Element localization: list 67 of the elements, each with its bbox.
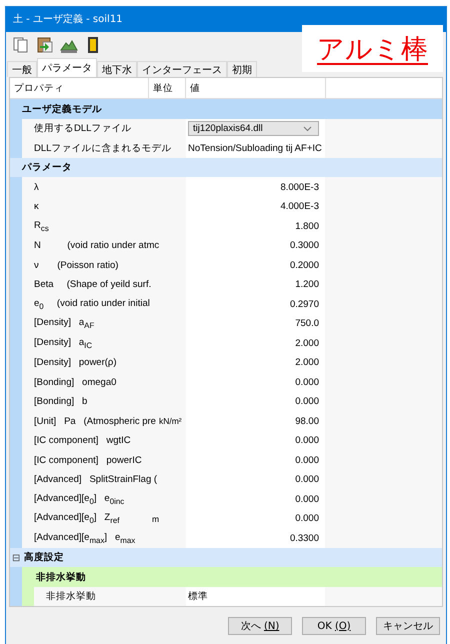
property-label: Beta (Shape of yeild surf.: [34, 279, 152, 290]
property-label: 使用するDLLファイル: [34, 122, 132, 136]
property-value[interactable]: 0.2970: [290, 298, 319, 310]
dialog-button[interactable]: OK (O): [302, 617, 366, 636]
property-value[interactable]: 98.00: [295, 416, 319, 427]
property-value[interactable]: 750.0: [295, 318, 319, 330]
chevron-down-icon: [303, 126, 312, 132]
collapse-toggle[interactable]: ⊟: [12, 552, 22, 564]
property-label: [Bonding] b: [34, 396, 88, 408]
documents-icon[interactable]: [12, 36, 30, 54]
property-label: ν (Poisson ratio): [34, 260, 120, 271]
tab[interactable]: インターフェース: [137, 61, 227, 78]
property-label: R$_{cs}$: [34, 220, 50, 233]
property-label: [Density] power(ρ): [34, 357, 118, 368]
subgroup-margin: [22, 586, 34, 606]
tab[interactable]: 地下水: [97, 61, 137, 78]
dll-dropdown[interactable]: tij120plaxis64.dll: [188, 121, 319, 136]
property-label: N (void ratio under atmc: [34, 240, 160, 252]
property-label: κ: [34, 201, 40, 212]
property-value[interactable]: 0.3300: [290, 532, 319, 544]
unit-label: kN/m²: [158, 416, 182, 426]
property-value[interactable]: 0.000: [295, 454, 319, 466]
property-label: e$_{0}$ (void ratio under initial: [34, 298, 150, 311]
tab[interactable]: 初期: [227, 61, 257, 78]
property-value[interactable]: 0.000: [295, 435, 319, 446]
dialog-button[interactable]: 次へ (N): [228, 617, 292, 636]
property-value[interactable]: 0.000: [295, 494, 319, 505]
property-value[interactable]: 2.000: [295, 357, 319, 368]
column-header: 単位: [149, 78, 186, 98]
property-value[interactable]: 8.000E-3: [280, 182, 319, 193]
property-label: [IC component] wgtIC: [34, 435, 132, 446]
property-label: 非排水挙動: [46, 590, 97, 604]
column-header: プロパティ: [10, 78, 149, 98]
property-value[interactable]: 4.000E-3: [280, 201, 319, 212]
property-label: [Advanced][e$_{max}$] e$_{max}$: [34, 532, 136, 545]
tab[interactable]: 一般: [7, 61, 37, 78]
property-label: λ: [34, 182, 40, 193]
property-value[interactable]: NoTension/Subloading tij AF+IC: [188, 142, 322, 154]
column-header: 値: [186, 78, 326, 98]
property-value[interactable]: 0.000: [295, 513, 319, 524]
group-header[interactable]: パラメータ: [10, 158, 442, 178]
property-value[interactable]: 0.2000: [290, 260, 319, 271]
unit-label: m: [152, 514, 160, 524]
property-value[interactable]: 1.200: [295, 279, 319, 290]
property-value[interactable]: 0.000: [295, 396, 319, 408]
window-title: 土 - ユーザ定義 - soil11: [13, 12, 123, 26]
property-label: [Density] a$_{IC}$: [34, 336, 94, 350]
property-value[interactable]: 0.000: [295, 376, 319, 388]
property-label: [Density] a$_{AF}$: [34, 317, 96, 330]
group-header[interactable]: ⊟ 高度設定: [10, 548, 442, 568]
property-label: [Unit] Pa (Atmospheric pre: [34, 416, 156, 427]
dialog-button[interactable]: キャンセル: [376, 617, 440, 636]
property-label: [Advanced][e$_{0}$] e$_{0inc}$: [34, 492, 126, 506]
annotation-label: アルミ棒: [302, 25, 443, 72]
property-label: [Bonding] omega0: [34, 376, 118, 388]
property-value[interactable]: 2.000: [295, 338, 319, 349]
property-label: [IC component] powerIC: [34, 454, 143, 466]
property-value[interactable]: 0.3000: [290, 240, 319, 252]
property-label: [Advanced][e$_{0}$] Z$_{ref}$: [34, 512, 120, 526]
subgroup-header[interactable]: 非排水挙動: [22, 567, 442, 587]
clipboard-icon[interactable]: [36, 36, 54, 54]
tab[interactable]: パラメータ: [37, 58, 97, 78]
property-label: DLLファイルに含まれるモデル: [34, 142, 172, 155]
property-label: [Advanced] SplitStrainFlag (: [34, 474, 158, 486]
property-value[interactable]: 0.000: [295, 474, 319, 486]
property-value[interactable]: 標準: [188, 590, 208, 604]
property-value[interactable]: 1.800: [295, 220, 319, 232]
